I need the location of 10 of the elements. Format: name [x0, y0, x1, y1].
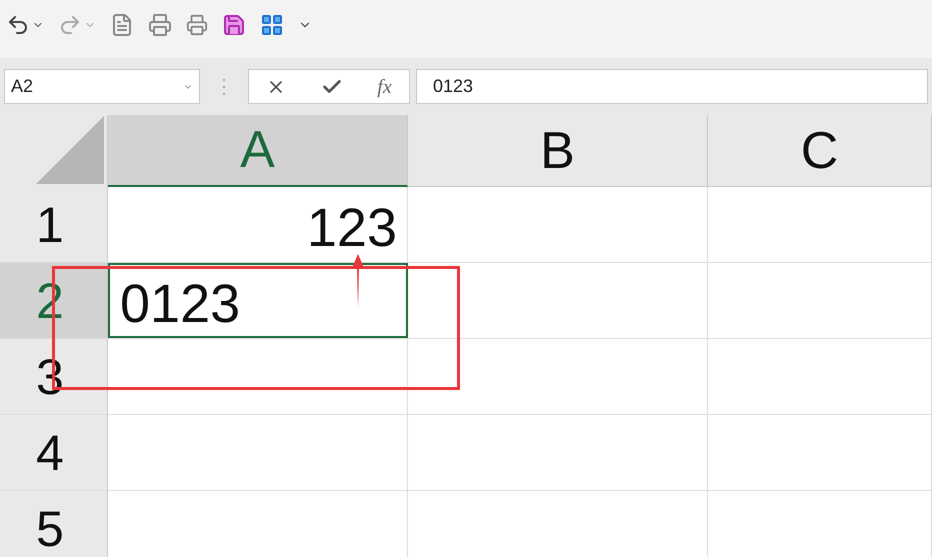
name-box[interactable]: A2 — [4, 69, 200, 104]
column-header[interactable]: B — [408, 115, 708, 187]
insert-function-button[interactable]: fx — [377, 72, 392, 102]
row-header[interactable]: 4 — [0, 415, 108, 490]
row-header[interactable]: 5 — [0, 491, 108, 557]
column-header[interactable]: C — [708, 115, 932, 187]
column-header[interactable]: A — [108, 115, 408, 187]
table-cell[interactable]: 0123 — [108, 263, 408, 338]
row-header[interactable]: 1 — [0, 187, 108, 262]
formula-field[interactable]: 0123 — [416, 69, 928, 104]
